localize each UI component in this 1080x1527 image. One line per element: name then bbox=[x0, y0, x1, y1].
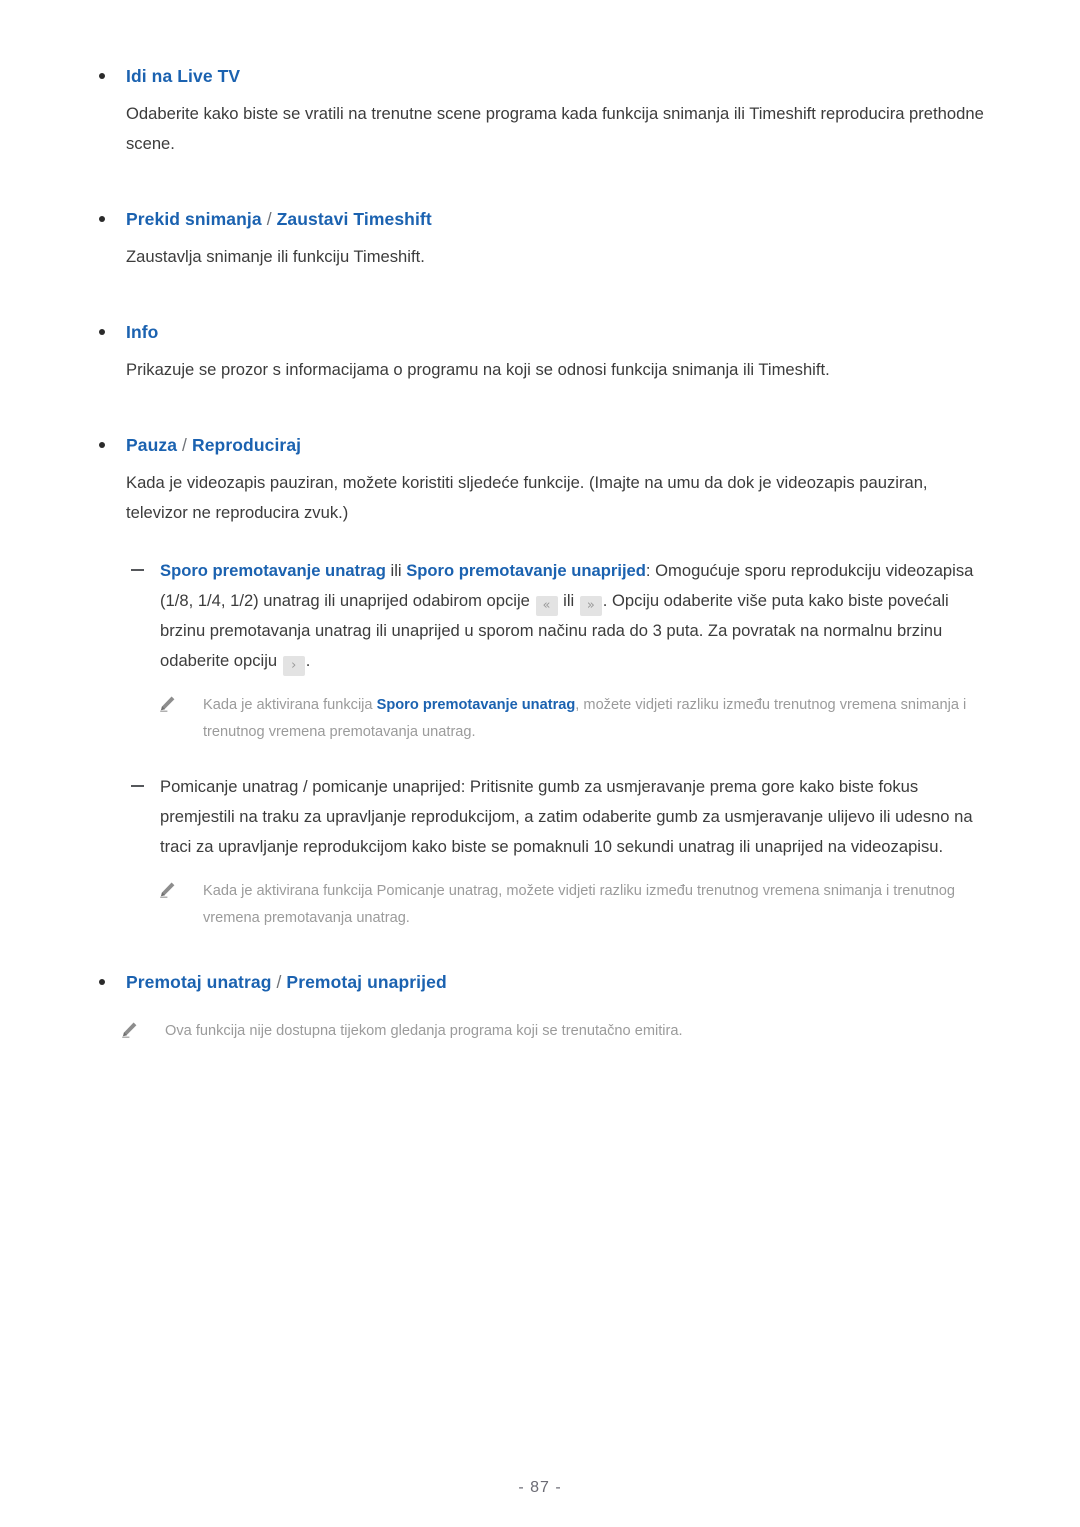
bullet-dot-icon bbox=[99, 329, 105, 335]
section-pauza-reproduciraj: Pauza / Reproduciraj Kada je videozapis … bbox=[90, 431, 990, 528]
play-chevron-icon[interactable]: › bbox=[282, 656, 305, 676]
manual-page: Idi na Live TV Odaberite kako biste se v… bbox=[0, 0, 1080, 1527]
note-text: Kada je aktivirana funkcija Pomicanje un… bbox=[203, 883, 955, 926]
section-premotaj: Premotaj unatrag / Premotaj unaprijed bbox=[90, 968, 990, 996]
note-highlight: Sporo premotavanje unatrag bbox=[376, 697, 576, 713]
subitem-text-2: ili bbox=[558, 591, 579, 610]
subitem-text-4: . bbox=[305, 651, 311, 670]
heading-term-a: Pauza bbox=[126, 435, 178, 455]
subitem-term-a: Sporo premotavanje unatrag bbox=[160, 561, 386, 580]
heading-term: Info bbox=[126, 322, 159, 342]
heading-term-b: Reproduciraj bbox=[191, 435, 302, 455]
fast-forward-double-chevron-icon[interactable]: » bbox=[579, 596, 602, 616]
section-paragraph: Prikazuje se prozor s informacijama o pr… bbox=[126, 360, 830, 379]
heading-separator: / bbox=[177, 435, 192, 455]
subitem-text: Pomicanje unatrag / pomicanje unaprijed:… bbox=[160, 777, 973, 856]
heading-term-b: Premotaj unaprijed bbox=[286, 972, 447, 992]
section-heading: Pauza / Reproduciraj bbox=[90, 431, 990, 459]
subitem-pomicanje-unatrag: Pomicanje unatrag / pomicanje unaprijed:… bbox=[90, 772, 990, 862]
heading-separator: / bbox=[271, 972, 287, 992]
section-idi-na-live-tv: Idi na Live TV Odaberite kako biste se v… bbox=[90, 62, 990, 159]
subitem-text: Sporo premotavanje unatrag ili Sporo pre… bbox=[160, 556, 990, 676]
section-heading: Idi na Live TV bbox=[90, 62, 990, 90]
subitem-term-b: Sporo premotavanje unaprijed bbox=[406, 561, 646, 580]
dash-bullet-icon bbox=[131, 785, 144, 787]
subitem-sporo-premotavanje: Sporo premotavanje unatrag ili Sporo pre… bbox=[90, 556, 990, 676]
section-prekid-snimanja: Prekid snimanja / Zaustavi Timeshift Zau… bbox=[90, 205, 990, 272]
subitem-conjunction: ili bbox=[385, 561, 407, 580]
section-paragraph: Zaustavlja snimanje ili funkciju Timeshi… bbox=[126, 247, 425, 266]
heading-separator: / bbox=[261, 209, 277, 229]
page-number: - 87 - bbox=[518, 1479, 562, 1496]
note-pomicanje-unatrag: Kada je aktivirana funkcija Pomicanje un… bbox=[90, 878, 990, 932]
note-premotaj: Ova funkcija nije dostupna tijekom gleda… bbox=[90, 1018, 990, 1045]
note-sporo-premotavanje: Kada je aktivirana funkcija Sporo premot… bbox=[90, 692, 990, 746]
pencil-icon bbox=[122, 1022, 137, 1038]
note-text: Ova funkcija nije dostupna tijekom gleda… bbox=[165, 1023, 683, 1039]
bullet-dot-icon bbox=[99, 216, 105, 222]
section-info: Info Prikazuje se prozor s informacijama… bbox=[90, 318, 990, 385]
section-heading: Info bbox=[90, 318, 990, 346]
heading-term-b: Zaustavi Timeshift bbox=[276, 209, 432, 229]
bullet-dot-icon bbox=[99, 442, 105, 448]
pencil-icon bbox=[160, 882, 175, 898]
note-text-before: Kada je aktivirana funkcija bbox=[203, 697, 377, 713]
rewind-double-chevron-icon[interactable]: « bbox=[535, 596, 558, 616]
pencil-icon bbox=[160, 696, 175, 712]
heading-term-a: Prekid snimanja bbox=[126, 209, 262, 229]
heading-term: Idi na Live TV bbox=[126, 66, 241, 86]
section-heading: Premotaj unatrag / Premotaj unaprijed bbox=[90, 968, 990, 996]
section-paragraph: Odaberite kako biste se vratili na trenu… bbox=[126, 104, 984, 153]
bullet-dot-icon bbox=[99, 73, 105, 79]
heading-term-a: Premotaj unatrag bbox=[126, 972, 272, 992]
bullet-dot-icon bbox=[99, 979, 105, 985]
dash-bullet-icon bbox=[131, 569, 144, 571]
section-heading: Prekid snimanja / Zaustavi Timeshift bbox=[90, 205, 990, 233]
section-paragraph: Kada je videozapis pauziran, možete kori… bbox=[126, 473, 928, 522]
